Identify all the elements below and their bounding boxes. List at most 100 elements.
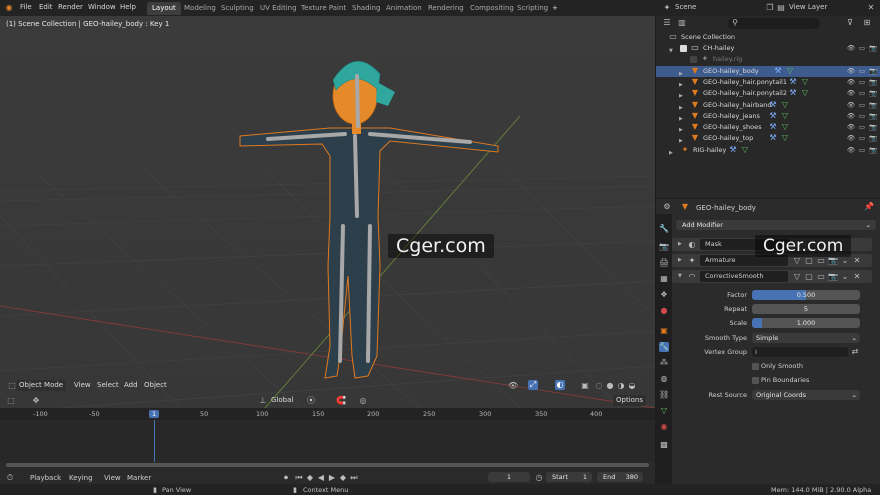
vertex-group-field[interactable]: ⁞: [752, 347, 848, 357]
snap-icon[interactable]: 🧲: [336, 396, 346, 406]
prev-keyframe-icon[interactable]: ◆: [305, 473, 315, 483]
tab-texture-paint[interactable]: Texture Paint: [296, 2, 351, 15]
modifier-icon[interactable]: ⚒: [768, 122, 778, 132]
visibility-icon[interactable]: 👁: [508, 381, 518, 391]
mode-selector[interactable]: Object Mode: [16, 380, 67, 391]
blender-logo-icon[interactable]: ◉: [4, 3, 14, 13]
gizmo-toggle-icon[interactable]: ⤢: [528, 380, 538, 390]
play-reverse-icon[interactable]: ◀: [316, 473, 326, 483]
material-tab-icon[interactable]: ◉: [659, 422, 669, 432]
collapse-icon[interactable]: ▼: [678, 273, 682, 279]
render-disable-icon[interactable]: 📷: [868, 43, 878, 53]
tab-rendering[interactable]: Rendering: [423, 2, 469, 15]
transform-orientation-selector[interactable]: Global: [268, 395, 296, 406]
outliner-editor-icon[interactable]: ☰: [662, 18, 672, 28]
timeline-ruler[interactable]: -100 -50 1 50 100 150 200 250 300 350 400: [0, 408, 655, 420]
render-disable-icon[interactable]: 📷: [868, 100, 878, 110]
orientation-icon[interactable]: ⊥: [258, 396, 268, 406]
mesh-data-icon[interactable]: ▽: [800, 77, 810, 87]
eye-icon[interactable]: 👁: [846, 122, 856, 132]
outliner-item[interactable]: ▶ ▼ GEO-hailey_top ⚒ ▽ 👁 ▭ 📷: [656, 133, 880, 144]
tab-uv-editing[interactable]: UV Editing: [255, 2, 302, 15]
preview-range-icon[interactable]: ◷: [534, 473, 544, 483]
jump-start-icon[interactable]: ⏮: [294, 473, 304, 483]
outliner-item[interactable]: ▶ ▼ GEO-hailey_jeans ⚒ ▽ 👁 ▭ 📷: [656, 111, 880, 122]
eye-icon[interactable]: 👁: [846, 66, 856, 76]
texture-tab-icon[interactable]: ▩: [659, 440, 669, 450]
viewport-menu-view[interactable]: View: [71, 380, 94, 391]
tab-animation[interactable]: Animation: [381, 2, 427, 15]
render-tab-icon[interactable]: 📷: [659, 242, 669, 252]
viewport-disable-icon[interactable]: ▭: [857, 100, 867, 110]
timeline-menu-view[interactable]: View: [104, 474, 121, 482]
exclude-checkbox[interactable]: [680, 45, 687, 52]
edit-mode-toggle-icon[interactable]: ▽: [792, 272, 802, 282]
cursor-tool-icon[interactable]: ✥: [31, 396, 41, 406]
render-disable-icon[interactable]: 📷: [868, 111, 878, 121]
output-tab-icon[interactable]: 🖨: [659, 258, 669, 268]
viewport-disable-icon[interactable]: ▭: [857, 77, 867, 87]
filter-icon[interactable]: ⊽: [845, 18, 855, 28]
render-toggle-icon[interactable]: 📷: [828, 272, 838, 282]
overlays-toggle-icon[interactable]: ◐: [555, 380, 565, 390]
timeline-editor[interactable]: -100 -50 1 50 100 150 200 250 300 350 400 ⏱ Playba…: [0, 408, 655, 484]
3d-viewport[interactable]: (1) Scene Collection | GEO-hailey_body :…: [0, 16, 655, 408]
menu-help[interactable]: Help: [120, 3, 136, 11]
edit-mode-toggle-icon[interactable]: ▽: [792, 256, 802, 266]
view-layer-icon[interactable]: ▤: [776, 3, 786, 13]
modifier-icon[interactable]: ⚒: [728, 145, 738, 155]
cage-toggle-icon[interactable]: ▢: [804, 272, 814, 282]
outliner-item[interactable]: ▶ ✦ RIG-hailey ⚒ ▽ 👁 ▭ 📷: [656, 145, 880, 156]
rest-source-dropdown[interactable]: Original Coords ⌄: [752, 390, 860, 400]
render-disable-icon[interactable]: 📷: [868, 77, 878, 87]
modifier-icon[interactable]: ⚒: [773, 66, 783, 76]
chevron-down-icon[interactable]: ⌄: [840, 272, 850, 282]
tool-tab-icon[interactable]: 🔧: [659, 224, 669, 234]
viewport-menu-add[interactable]: Add: [121, 380, 141, 391]
viewport-disable-icon[interactable]: ▭: [857, 88, 867, 98]
viewport-disable-icon[interactable]: ▭: [857, 145, 867, 155]
modifier-correctivesmooth[interactable]: ▼ ◠ CorrectiveSmooth ▽ ▢ ▭ 📷 ⌄ ✕: [672, 270, 872, 283]
next-keyframe-icon[interactable]: ◆: [338, 473, 348, 483]
factor-slider[interactable]: 0.500: [752, 290, 860, 300]
viewport-disable-icon[interactable]: ▭: [857, 66, 867, 76]
outliner-item[interactable]: ▼ ▭ CH-hailey 👁 ▭ 📷: [656, 43, 880, 54]
shading-rendered-icon[interactable]: ◒: [627, 381, 637, 391]
modifier-icon[interactable]: ⚒: [768, 133, 778, 143]
xray-toggle-icon[interactable]: ▣: [580, 381, 590, 391]
outliner-item[interactable]: ▶ ▼ GEO-hailey_body ⚒ ▽ 👁 ▭ 📷: [656, 65, 880, 77]
viewport-disable-icon[interactable]: ▭: [857, 111, 867, 121]
eye-icon[interactable]: 👁: [846, 100, 856, 110]
expand-icon[interactable]: ▶: [669, 148, 673, 159]
add-workspace-button[interactable]: +: [547, 2, 563, 15]
end-frame-field[interactable]: End 380: [597, 472, 643, 482]
viewport-disable-icon[interactable]: ▭: [857, 122, 867, 132]
viewport-disable-icon[interactable]: ▭: [857, 43, 867, 53]
eye-icon[interactable]: 👁: [846, 133, 856, 143]
mesh-data-icon[interactable]: ▽: [780, 122, 790, 132]
invert-icon[interactable]: ⇄: [850, 347, 860, 357]
new-scene-icon[interactable]: ❐: [765, 3, 775, 13]
mesh-data-icon[interactable]: ▽: [785, 66, 795, 76]
render-disable-icon[interactable]: 📷: [868, 122, 878, 132]
menu-file[interactable]: File: [20, 3, 32, 11]
outliner-item[interactable]: ▶ ▼ GEO-hailey_hair.ponytail1 ⚒ ▽ 👁 ▭ 📷: [656, 77, 880, 88]
new-collection-icon[interactable]: ⊞: [862, 18, 872, 28]
expand-icon[interactable]: ▶: [678, 257, 682, 263]
outliner-item[interactable]: ▶ ▼ GEO-hailey_hair.ponytail2 ⚒ ▽ 👁 ▭ 📷: [656, 88, 880, 99]
timeline-track-area[interactable]: [0, 420, 655, 462]
proportional-edit-icon[interactable]: ◎: [358, 396, 368, 406]
delete-modifier-icon[interactable]: ✕: [852, 272, 862, 282]
exclude-checkbox[interactable]: [690, 56, 697, 64]
pin-icon[interactable]: 📌: [864, 202, 874, 212]
tab-shading[interactable]: Shading: [347, 2, 385, 15]
timeline-menu-playback[interactable]: Playback: [30, 474, 61, 482]
select-box-icon[interactable]: ⬚: [6, 396, 16, 406]
tab-compositing[interactable]: Compositing: [465, 2, 519, 15]
viewport-menu-select[interactable]: Select: [94, 380, 122, 391]
timeline-editor-icon[interactable]: ⏱: [5, 473, 15, 483]
mesh-data-icon[interactable]: ▽: [800, 88, 810, 98]
modifier-icon[interactable]: ⚒: [768, 111, 778, 121]
particles-tab-icon[interactable]: ⁂: [659, 358, 669, 368]
viewport-disable-icon[interactable]: ▭: [857, 133, 867, 143]
